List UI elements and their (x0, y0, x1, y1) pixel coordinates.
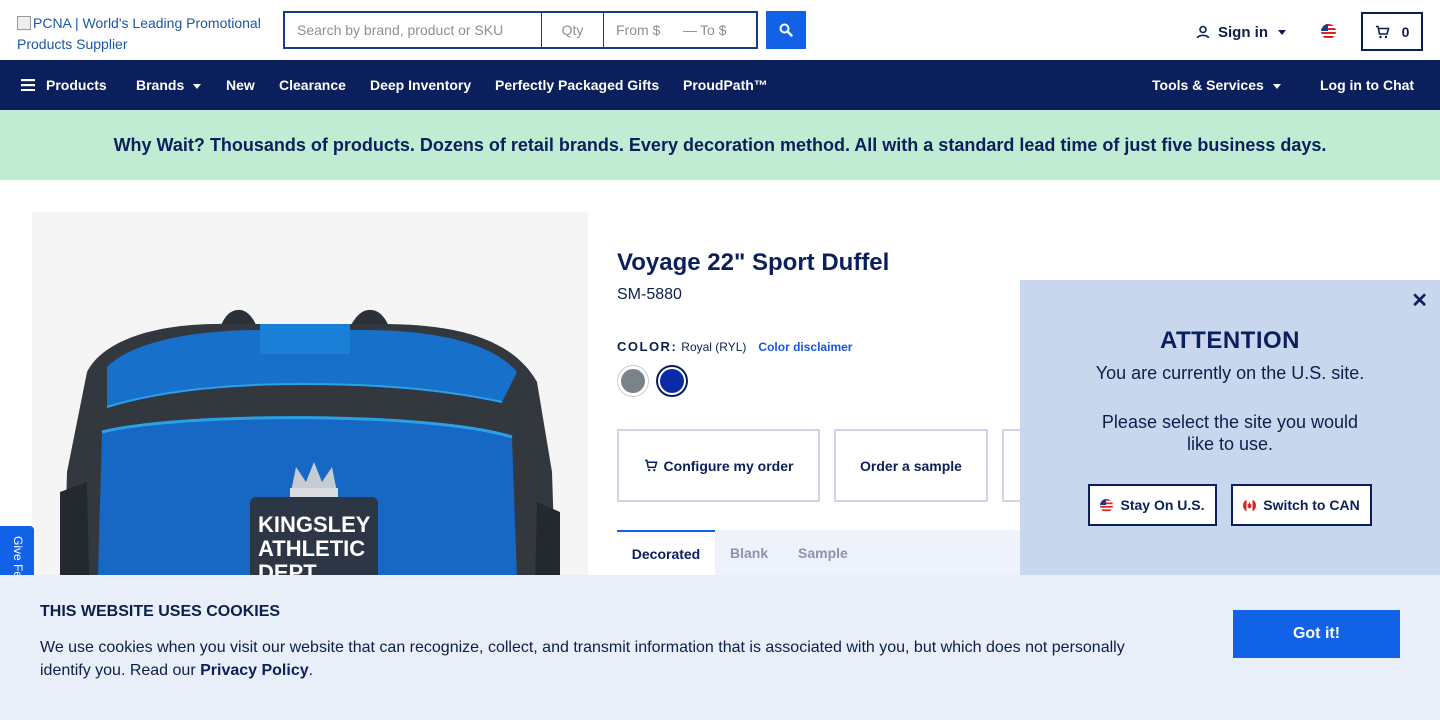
bag-print-line2: ATHLETIC (258, 536, 365, 561)
cookie-text: We use cookies when you visit our websit… (40, 636, 1160, 682)
nav-tools-label: Tools & Services (1152, 77, 1264, 93)
color-selector-row: COLOR: Royal (RYL) Color disclaimer (617, 339, 852, 354)
selected-color-value: Royal (RYL) (681, 340, 747, 354)
nav-brands-label: Brands (136, 77, 185, 93)
modal-select-site-text: Please select the site you would like to… (1101, 412, 1359, 454)
broken-image-icon (17, 16, 31, 30)
bag-print-line1: KINGSLEY (258, 512, 371, 537)
nav-products-label: Products (46, 77, 107, 93)
nav-clearance[interactable]: Clearance (279, 60, 346, 110)
site-logo[interactable]: PCNA | World's Leading Promotional Produ… (17, 13, 277, 55)
swatch-gray-fill (621, 369, 645, 393)
color-label: COLOR: (617, 339, 678, 354)
cart-icon (1375, 25, 1390, 38)
search-icon (779, 23, 793, 37)
color-disclaimer-link[interactable]: Color disclaimer (758, 340, 852, 354)
price-from-input[interactable]: From $ (604, 13, 680, 47)
feedback-tab[interactable]: Give Feedback (0, 526, 34, 576)
main-nav: Products Brands New Clearance Deep Inven… (0, 60, 1440, 110)
price-range-dash: — (683, 22, 697, 38)
nav-perfectly-packaged-gifts[interactable]: Perfectly Packaged Gifts (495, 60, 659, 110)
feedback-label: Give Feedback (11, 536, 25, 576)
stay-us-label: Stay On U.S. (1120, 497, 1205, 513)
nav-tools-services[interactable]: Tools & Services (1152, 60, 1281, 110)
swatch-royal[interactable] (656, 365, 688, 397)
cookie-title: THIS WEBSITE USES COOKIES (40, 603, 281, 620)
tab-decorated[interactable]: Decorated (617, 530, 715, 575)
order-sample-button[interactable]: Order a sample (834, 429, 988, 502)
canada-flag-icon (1243, 498, 1257, 512)
nav-deep-inventory[interactable]: Deep Inventory (370, 60, 471, 110)
tab-sample[interactable]: Sample (798, 530, 848, 575)
nav-proudpath[interactable]: ProudPath™ (683, 60, 768, 110)
swatch-royal-fill (660, 369, 684, 393)
cookie-period: . (308, 662, 314, 679)
privacy-policy-link[interactable]: Privacy Policy (200, 662, 309, 679)
cart-button[interactable]: 0 (1361, 12, 1423, 51)
configure-order-label: Configure my order (663, 457, 794, 474)
search-bar: Search by brand, product or SKU Qty From… (283, 11, 758, 49)
chevron-down-icon (1272, 84, 1281, 89)
nav-chat-login[interactable]: Log in to Chat (1320, 60, 1414, 110)
chevron-down-icon (1278, 29, 1286, 35)
price-to-input[interactable]: To $ (700, 13, 756, 47)
nav-brands[interactable]: Brands (136, 60, 202, 110)
promo-banner: Why Wait? Thousands of products. Dozens … (0, 110, 1440, 180)
logo-alt-text: PCNA | World's Leading Promotional Produ… (17, 15, 261, 52)
swatch-gray[interactable] (617, 365, 649, 397)
close-icon[interactable]: ✕ (1411, 288, 1428, 313)
hamburger-menu-icon (21, 79, 35, 91)
chevron-down-icon (193, 84, 202, 89)
cart-count: 0 (1401, 23, 1410, 40)
switch-can-label: Switch to CAN (1263, 497, 1360, 513)
stay-us-button[interactable]: Stay On U.S. (1088, 484, 1217, 526)
order-type-tabs: Decorated Blank Sample (617, 530, 1037, 575)
sign-in-label: Sign in (1218, 23, 1268, 41)
tab-blank[interactable]: Blank (730, 530, 768, 575)
cookie-banner: THIS WEBSITE USES COOKIES We use cookies… (0, 575, 1440, 720)
accept-cookies-button[interactable]: Got it! (1233, 610, 1400, 658)
switch-can-button[interactable]: Switch to CAN (1231, 484, 1372, 526)
order-sample-label: Order a sample (860, 457, 962, 474)
configure-order-button[interactable]: Configure my order (617, 429, 820, 502)
promo-text: Why Wait? Thousands of products. Dozens … (113, 134, 1327, 155)
site-region-modal: ✕ ATTENTION You are currently on the U.S… (1020, 280, 1440, 575)
search-button[interactable] (766, 11, 806, 49)
us-flag-icon (1100, 498, 1114, 512)
search-input[interactable]: Search by brand, product or SKU (285, 13, 542, 47)
site-header: PCNA | World's Leading Promotional Produ… (0, 0, 1440, 60)
modal-title: ATTENTION (1159, 327, 1301, 354)
product-title: Voyage 22" Sport Duffel (617, 249, 890, 276)
cart-icon (644, 459, 658, 472)
product-sku: SM-5880 (617, 286, 682, 303)
nav-new[interactable]: New (226, 60, 255, 110)
sign-in-button[interactable]: Sign in (1196, 20, 1286, 44)
modal-current-site-text: You are currently on the U.S. site. (1095, 363, 1365, 383)
nav-products[interactable]: Products (21, 60, 107, 110)
user-icon (1196, 25, 1210, 39)
us-flag-icon[interactable] (1321, 24, 1336, 39)
qty-input[interactable]: Qty (542, 13, 604, 47)
